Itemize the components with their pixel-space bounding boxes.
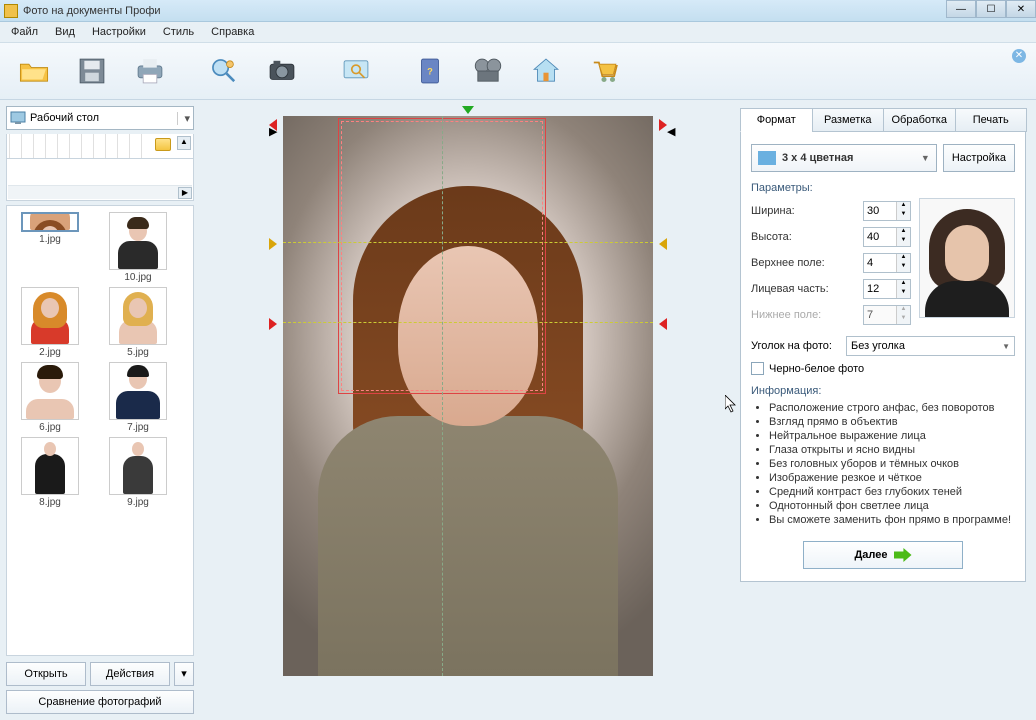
right-marker-icon[interactable]: ◀ xyxy=(659,119,667,131)
bw-checkbox[interactable] xyxy=(751,362,764,375)
open-button[interactable]: Открыть xyxy=(6,662,86,686)
search-button[interactable] xyxy=(196,46,252,96)
save-button[interactable] xyxy=(64,46,120,96)
info-list: Расположение строго анфас, без поворотов… xyxy=(751,401,1015,527)
minimize-button[interactable]: — xyxy=(946,0,976,18)
help-book-button[interactable]: ? xyxy=(402,46,458,96)
scroll-right-icon[interactable]: ▶ xyxy=(178,187,192,199)
folder-tree[interactable]: ▲ xyxy=(6,134,194,159)
chevron-down-icon: ▼ xyxy=(921,153,930,163)
tab-format[interactable]: Формат xyxy=(740,108,813,132)
svg-text:?: ? xyxy=(427,66,433,76)
open-folder-button[interactable] xyxy=(6,46,62,96)
thumb-item[interactable]: 6.jpg xyxy=(9,362,91,433)
compare-button[interactable]: Сравнение фотографий xyxy=(6,690,194,714)
format-select[interactable]: 3 x 4 цветная ▼ xyxy=(751,144,937,172)
format-icon xyxy=(758,151,776,165)
top-margin-spinner[interactable]: ▲▼ xyxy=(863,253,911,273)
params-heading: Параметры: xyxy=(751,182,1015,194)
next-button[interactable]: Далее xyxy=(803,541,963,569)
tab-bar: Формат Разметка Обработка Печать xyxy=(740,108,1026,132)
tab-print[interactable]: Печать xyxy=(955,108,1028,132)
guide-marker-icon[interactable] xyxy=(659,238,667,250)
chevron-down-icon: ▼ xyxy=(1002,342,1010,351)
menu-view[interactable]: Вид xyxy=(47,24,83,40)
guide-marker-icon[interactable] xyxy=(269,318,277,330)
top-marker-icon[interactable] xyxy=(462,106,474,114)
toolbar: ? ✕ xyxy=(0,42,1036,100)
scroll-up-icon[interactable]: ▲ xyxy=(177,136,191,150)
folder-tree-scroll: ◀ ▶ xyxy=(6,159,194,201)
actions-dropdown-icon[interactable]: ▾ xyxy=(174,662,194,686)
folder-combo[interactable]: Рабочий стол ▾ xyxy=(6,106,194,130)
canvas-area: ▶ ◀ xyxy=(200,100,736,720)
tab-process[interactable]: Обработка xyxy=(883,108,956,132)
cart-button[interactable] xyxy=(576,46,632,96)
maximize-button[interactable]: ☐ xyxy=(976,0,1006,18)
window-title: Фото на документы Профи xyxy=(23,5,161,17)
title-bar: Фото на документы Профи — ☐ ✕ xyxy=(0,0,1036,22)
corner-select[interactable]: Без уголка ▼ xyxy=(846,336,1015,356)
width-spinner[interactable]: ▲▼ xyxy=(863,201,911,221)
bottom-margin-spinner: ▲▼ xyxy=(863,305,911,325)
thumb-item[interactable]: 9.jpg xyxy=(97,437,179,508)
corner-label: Уголок на фото: xyxy=(751,340,846,352)
thumb-item[interactable]: 1.jpg xyxy=(9,212,91,283)
format-panel: 3 x 4 цветная ▼ Настройка Параметры: Шир… xyxy=(740,132,1026,582)
actions-button[interactable]: Действия xyxy=(90,662,170,686)
thumb-item[interactable]: 7.jpg xyxy=(97,362,179,433)
guide-marker-icon[interactable] xyxy=(269,238,277,250)
close-window-button[interactable]: ✕ xyxy=(1006,0,1036,18)
menu-settings[interactable]: Настройки xyxy=(84,24,154,40)
eyes-guide xyxy=(283,242,653,243)
menu-style[interactable]: Стиль xyxy=(155,24,202,40)
thumbnail-list: 1.jpg 10.jpg 2.jpg 5.jpg xyxy=(6,205,194,656)
left-marker-icon[interactable]: ▶ xyxy=(269,119,277,131)
vertical-guide xyxy=(442,116,443,676)
photo-workspace[interactable]: ▶ ◀ xyxy=(283,116,653,676)
face-spinner[interactable]: ▲▼ xyxy=(863,279,911,299)
left-panel: Рабочий стол ▾ ▲ ◀ ▶ 1.jpg 10.jpg xyxy=(0,100,200,720)
menu-file[interactable]: Файл xyxy=(3,24,46,40)
info-heading: Информация: xyxy=(751,385,1015,397)
desktop-icon xyxy=(10,111,26,125)
guide-marker-icon[interactable] xyxy=(659,318,667,330)
app-icon xyxy=(4,4,18,18)
camera-button[interactable] xyxy=(254,46,310,96)
folder-combo-text: Рабочий стол xyxy=(30,112,99,124)
thumb-item[interactable]: 10.jpg xyxy=(97,212,179,283)
thumb-item[interactable]: 8.jpg xyxy=(9,437,91,508)
horizontal-scrollbar[interactable] xyxy=(8,185,192,199)
format-settings-button[interactable]: Настройка xyxy=(943,144,1015,172)
home-button[interactable] xyxy=(518,46,574,96)
format-preview xyxy=(919,198,1015,318)
chin-guide xyxy=(283,322,653,323)
folder-icon xyxy=(155,138,171,151)
thumb-item[interactable]: 2.jpg xyxy=(9,287,91,358)
bw-label: Черно-белое фото xyxy=(769,363,864,375)
print-button[interactable] xyxy=(122,46,178,96)
menu-bar: Файл Вид Настройки Стиль Справка xyxy=(0,22,1036,42)
close-panel-icon[interactable]: ✕ xyxy=(1012,49,1026,63)
height-spinner[interactable]: ▲▼ xyxy=(863,227,911,247)
right-panel: Формат Разметка Обработка Печать 3 x 4 ц… xyxy=(736,100,1036,720)
video-button[interactable] xyxy=(460,46,516,96)
thumb-item[interactable]: 5.jpg xyxy=(97,287,179,358)
combo-arrow-icon[interactable]: ▾ xyxy=(177,112,190,125)
menu-help[interactable]: Справка xyxy=(203,24,262,40)
screenshot-button[interactable] xyxy=(328,46,384,96)
tab-markup[interactable]: Разметка xyxy=(812,108,885,132)
arrow-right-icon xyxy=(894,548,912,562)
